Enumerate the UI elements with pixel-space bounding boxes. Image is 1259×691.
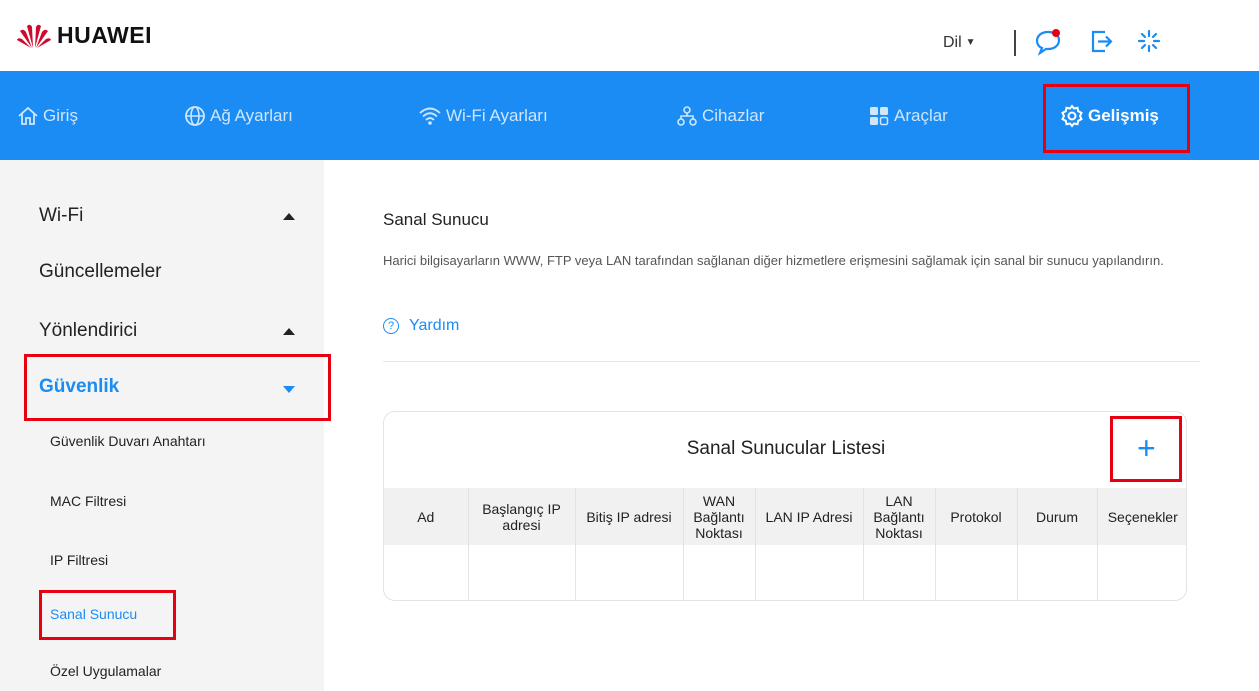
virtual-server-list-card: Sanal Sunucular Listesi + Ad Başlangıç I… [383,411,1187,601]
divider [1014,30,1016,56]
nav-item-tools[interactable]: Araçlar [868,101,948,131]
virtual-server-table: Ad Başlangıç IP adresi Bitiş IP adresi W… [384,488,1186,600]
column-header: WAN Bağlantı Noktası [682,488,755,545]
divider [383,361,1200,362]
nav-item-label: Araçlar [894,106,948,125]
tools-icon [870,107,889,126]
column-header: Seçenekler [1096,488,1186,545]
sidebar-item-updates[interactable]: Güncellemeler [39,261,162,283]
sidebar-subitem-special-apps[interactable]: Özel Uygulamalar [50,663,161,679]
huawei-logo-icon [17,24,51,48]
page-description: Harici bilgisayarların WWW, FTP veya LAN… [383,253,1164,268]
nav-item-label: Wi-Fi Ayarları [446,106,548,125]
table-cell [574,545,683,600]
chevron-up-icon[interactable] [283,213,295,220]
devices-icon [677,106,697,126]
top-bar: HUAWEI Dil ▼ [0,0,1259,70]
nav-item-network[interactable]: Ağ Ayarları [184,101,293,131]
table-cell [862,545,935,600]
table-cell [467,545,575,600]
nav-item-home[interactable]: Giriş [17,101,78,131]
table-cell [682,545,755,600]
table-cell [1016,545,1097,600]
highlight-box-security [24,354,331,421]
help-icon: ? [383,318,399,334]
page-title: Sanal Sunucu [383,210,489,229]
nav-item-label: Ağ Ayarları [210,106,293,125]
highlight-box-virtual-server [39,590,176,640]
table-row-empty [384,545,1186,600]
chevron-up-icon[interactable] [283,328,295,335]
logout-icon[interactable] [1087,26,1117,56]
column-header: Protokol [934,488,1017,545]
notification-icon[interactable] [1033,26,1063,56]
nav-item-wifi[interactable]: Wi-Fi Ayarları [418,101,548,131]
globe-icon [185,106,205,126]
brand-name: HUAWEI [57,22,152,48]
help-label: Yardım [409,317,460,334]
column-header: LAN Bağlantı Noktası [862,488,935,545]
table-cell [754,545,863,600]
nav-item-label: Giriş [43,106,78,125]
table-cell [384,545,468,600]
home-icon [18,106,38,125]
nav-item-label: Cihazlar [702,106,765,125]
sidebar-item-wifi[interactable]: Wi-Fi [39,205,83,227]
card-title: Sanal Sunucular Listesi [686,438,886,459]
table-cell [934,545,1017,600]
table-cell [1096,545,1186,600]
sidebar-subitem-ip-filter[interactable]: IP Filtresi [50,552,108,568]
highlight-box-add-button [1110,416,1182,482]
column-header: Başlangıç IP adresi [467,488,575,545]
brand-logo: HUAWEI [17,22,152,49]
language-label: Dil [943,34,962,51]
table-header-row: Ad Başlangıç IP adresi Bitiş IP adresi W… [384,488,1186,545]
loading-icon[interactable] [1134,26,1164,56]
column-header: Durum [1016,488,1097,545]
sidebar-item-router[interactable]: Yönlendirici [39,320,137,342]
wifi-icon [419,107,441,125]
column-header: Ad [384,488,468,545]
column-header: Bitiş IP adresi [574,488,683,545]
sidebar-subitem-mac-filter[interactable]: MAC Filtresi [50,493,126,509]
column-header: LAN IP Adresi [754,488,863,545]
nav-item-devices[interactable]: Cihazlar [676,101,764,131]
caret-down-icon: ▼ [965,37,976,48]
sidebar-subitem-firewall[interactable]: Güvenlik Duvarı Anahtarı [50,433,206,449]
language-dropdown[interactable]: Dil ▼ [943,34,976,52]
highlight-box-advanced [1043,84,1190,153]
help-link[interactable]: ? Yardım [383,317,459,335]
